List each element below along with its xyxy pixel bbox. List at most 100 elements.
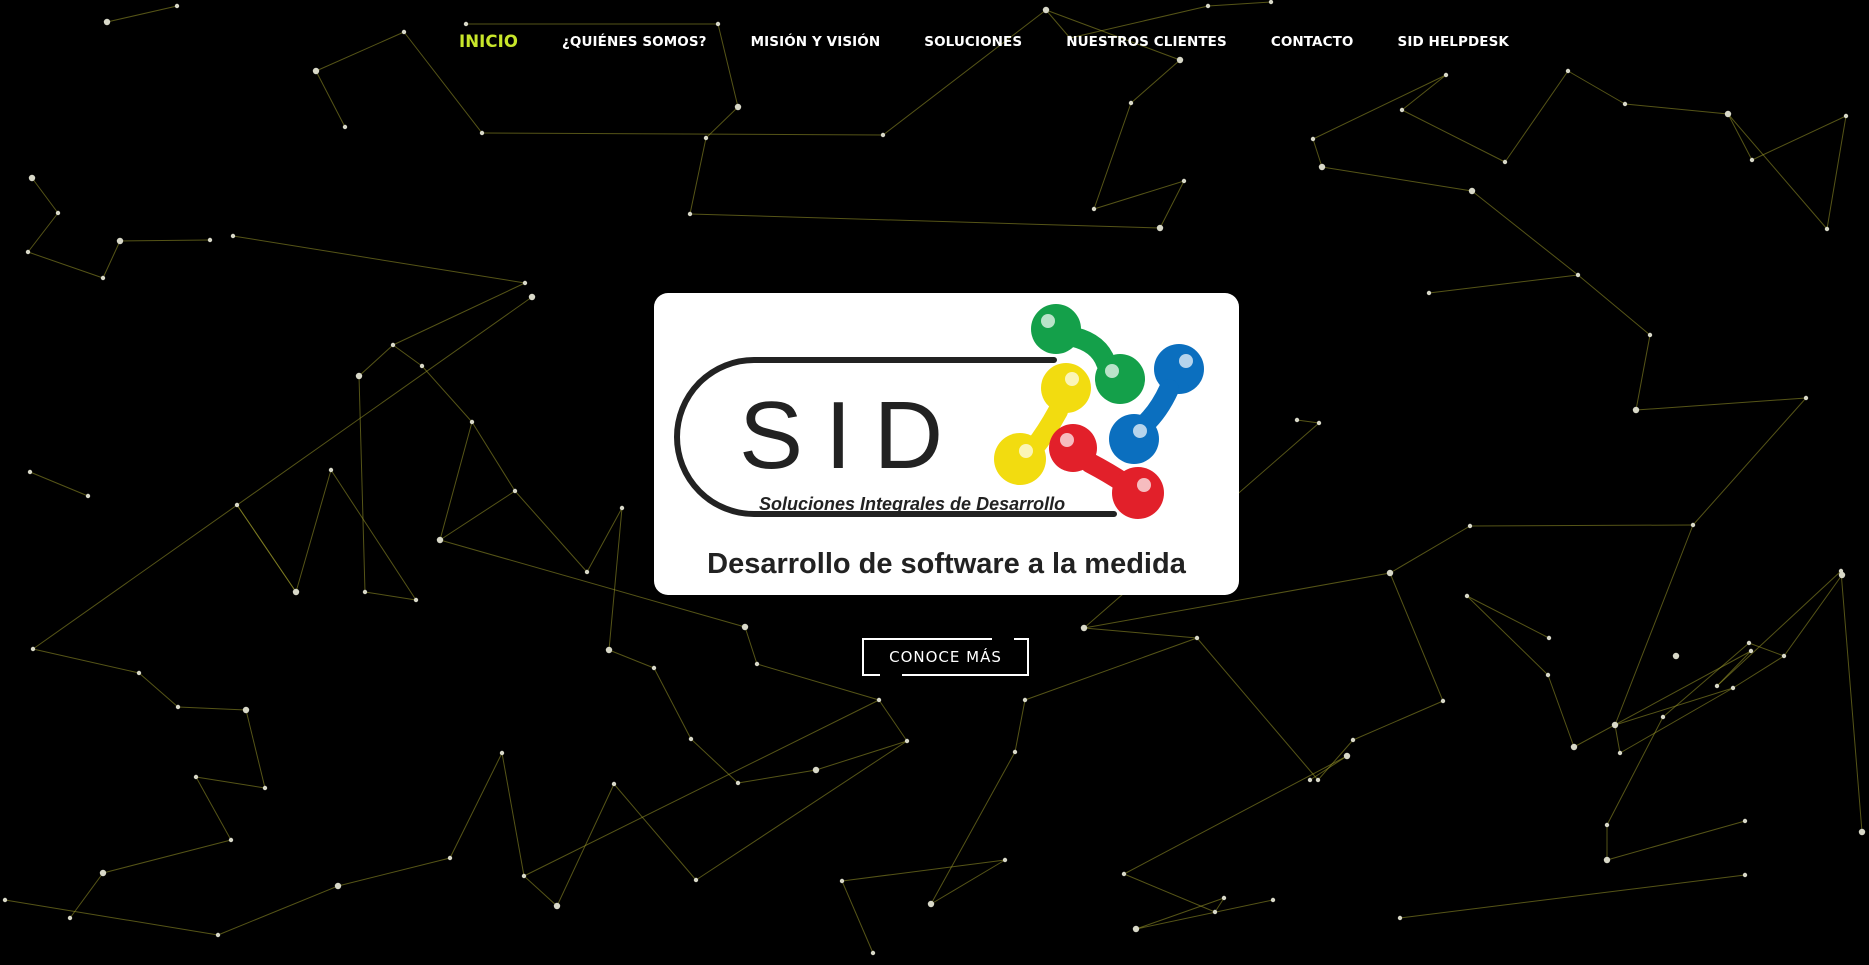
- network-edge: [421, 365, 473, 423]
- network-node: [1545, 672, 1551, 678]
- network-node: [1176, 56, 1184, 64]
- conoce-mas-button[interactable]: CONOCE MÁS: [862, 638, 1029, 676]
- network-node: [1647, 332, 1653, 338]
- network-node: [754, 661, 760, 667]
- network-node: [528, 293, 536, 301]
- nav-item-mision-vision[interactable]: MISIÓN Y VISIÓN: [751, 34, 881, 51]
- network-node: [436, 536, 444, 544]
- network-edge: [1727, 113, 1828, 230]
- network-node: [1672, 652, 1680, 660]
- network-edge: [1504, 70, 1569, 163]
- network-edge: [27, 251, 104, 279]
- network-edge: [1399, 874, 1746, 919]
- nav-item-inicio[interactable]: INICIO: [459, 32, 518, 51]
- network-node: [1121, 871, 1127, 877]
- network-node: [193, 774, 199, 780]
- network-edge: [514, 490, 588, 573]
- network-edge: [29, 471, 89, 497]
- network-edge: [1083, 627, 1198, 639]
- network-edge: [695, 740, 908, 881]
- network-edge: [1692, 397, 1807, 526]
- network-edge: [1635, 397, 1807, 411]
- network-edge: [232, 235, 526, 284]
- network-node: [1660, 714, 1666, 720]
- network-node: [715, 21, 721, 27]
- network-edge: [705, 106, 739, 139]
- network-edge: [930, 751, 1016, 905]
- network-node: [228, 837, 234, 843]
- network-edge: [1389, 572, 1444, 702]
- network-edge: [27, 212, 59, 253]
- network-node: [1042, 6, 1050, 14]
- network-edge: [1466, 595, 1549, 676]
- network-edge: [1716, 570, 1842, 687]
- network-node: [1212, 909, 1218, 915]
- network-edge: [613, 783, 697, 881]
- network-node: [522, 280, 528, 286]
- network-edge: [1024, 637, 1198, 701]
- network-node: [735, 780, 741, 786]
- network-edge: [315, 70, 346, 128]
- network-node: [703, 135, 709, 141]
- nav-item-nuestros-clientes[interactable]: NUESTROS CLIENTES: [1066, 34, 1227, 51]
- button-corner-notch: [992, 638, 1014, 641]
- network-edge: [689, 137, 707, 215]
- network-node: [1742, 818, 1748, 824]
- network-node: [880, 132, 886, 138]
- network-node: [342, 124, 348, 130]
- network-node: [1843, 113, 1849, 119]
- network-node: [67, 915, 73, 921]
- network-edge: [392, 282, 526, 346]
- network-node: [741, 623, 749, 631]
- network-edge: [1159, 180, 1185, 229]
- network-node: [1570, 743, 1578, 751]
- network-node: [25, 249, 31, 255]
- network-node: [1690, 522, 1696, 528]
- network-edge: [392, 344, 423, 367]
- network-node: [1156, 224, 1164, 232]
- network-node: [1132, 925, 1140, 933]
- network-node: [413, 597, 419, 603]
- network-node: [116, 237, 124, 245]
- network-node: [1386, 569, 1394, 577]
- network-node: [174, 3, 180, 9]
- nav-item-soluciones[interactable]: SOLUCIONES: [924, 34, 1022, 51]
- network-edge: [689, 213, 1161, 229]
- network-edge: [119, 239, 211, 242]
- logo-subtitle: Soluciones Integrales de Desarrollo: [759, 494, 1066, 514]
- network-edge: [1748, 642, 1785, 657]
- network-edge: [1614, 724, 1621, 754]
- network-edge: [1614, 524, 1694, 726]
- network-edge: [177, 706, 247, 711]
- network-node: [362, 589, 368, 595]
- network-node: [1316, 420, 1322, 426]
- network-edge: [1093, 102, 1132, 210]
- network-node: [390, 342, 396, 348]
- network-node: [584, 569, 590, 575]
- network-edge: [1577, 274, 1651, 336]
- network-edge: [1732, 655, 1785, 689]
- network-edge: [1567, 70, 1626, 105]
- network-edge: [358, 344, 394, 377]
- network-node: [1724, 110, 1732, 118]
- network-node: [1746, 640, 1752, 646]
- network-node: [1546, 635, 1552, 641]
- network-node: [1012, 749, 1018, 755]
- network-node: [100, 275, 106, 281]
- network-edge: [930, 859, 1006, 905]
- network-edge: [1606, 716, 1664, 826]
- network-edge: [1312, 74, 1447, 140]
- network-edge: [737, 769, 817, 784]
- network-edge: [523, 699, 880, 877]
- nav-item-contacto[interactable]: CONTACTO: [1271, 34, 1354, 51]
- network-node: [904, 738, 910, 744]
- network-node: [99, 869, 107, 877]
- network-node: [103, 18, 111, 26]
- network-node: [1803, 395, 1809, 401]
- nav-item-quienes-somos[interactable]: ¿QUIÉNES SOMOS?: [562, 34, 707, 51]
- network-edge: [102, 240, 121, 279]
- conoce-mas-label: CONOCE MÁS: [889, 648, 1002, 666]
- nav-item-sid-helpdesk[interactable]: SID HELPDESK: [1398, 34, 1509, 51]
- network-node: [334, 882, 342, 890]
- company-logo-card: SID Soluciones Integrales de Desarrollo …: [654, 293, 1239, 595]
